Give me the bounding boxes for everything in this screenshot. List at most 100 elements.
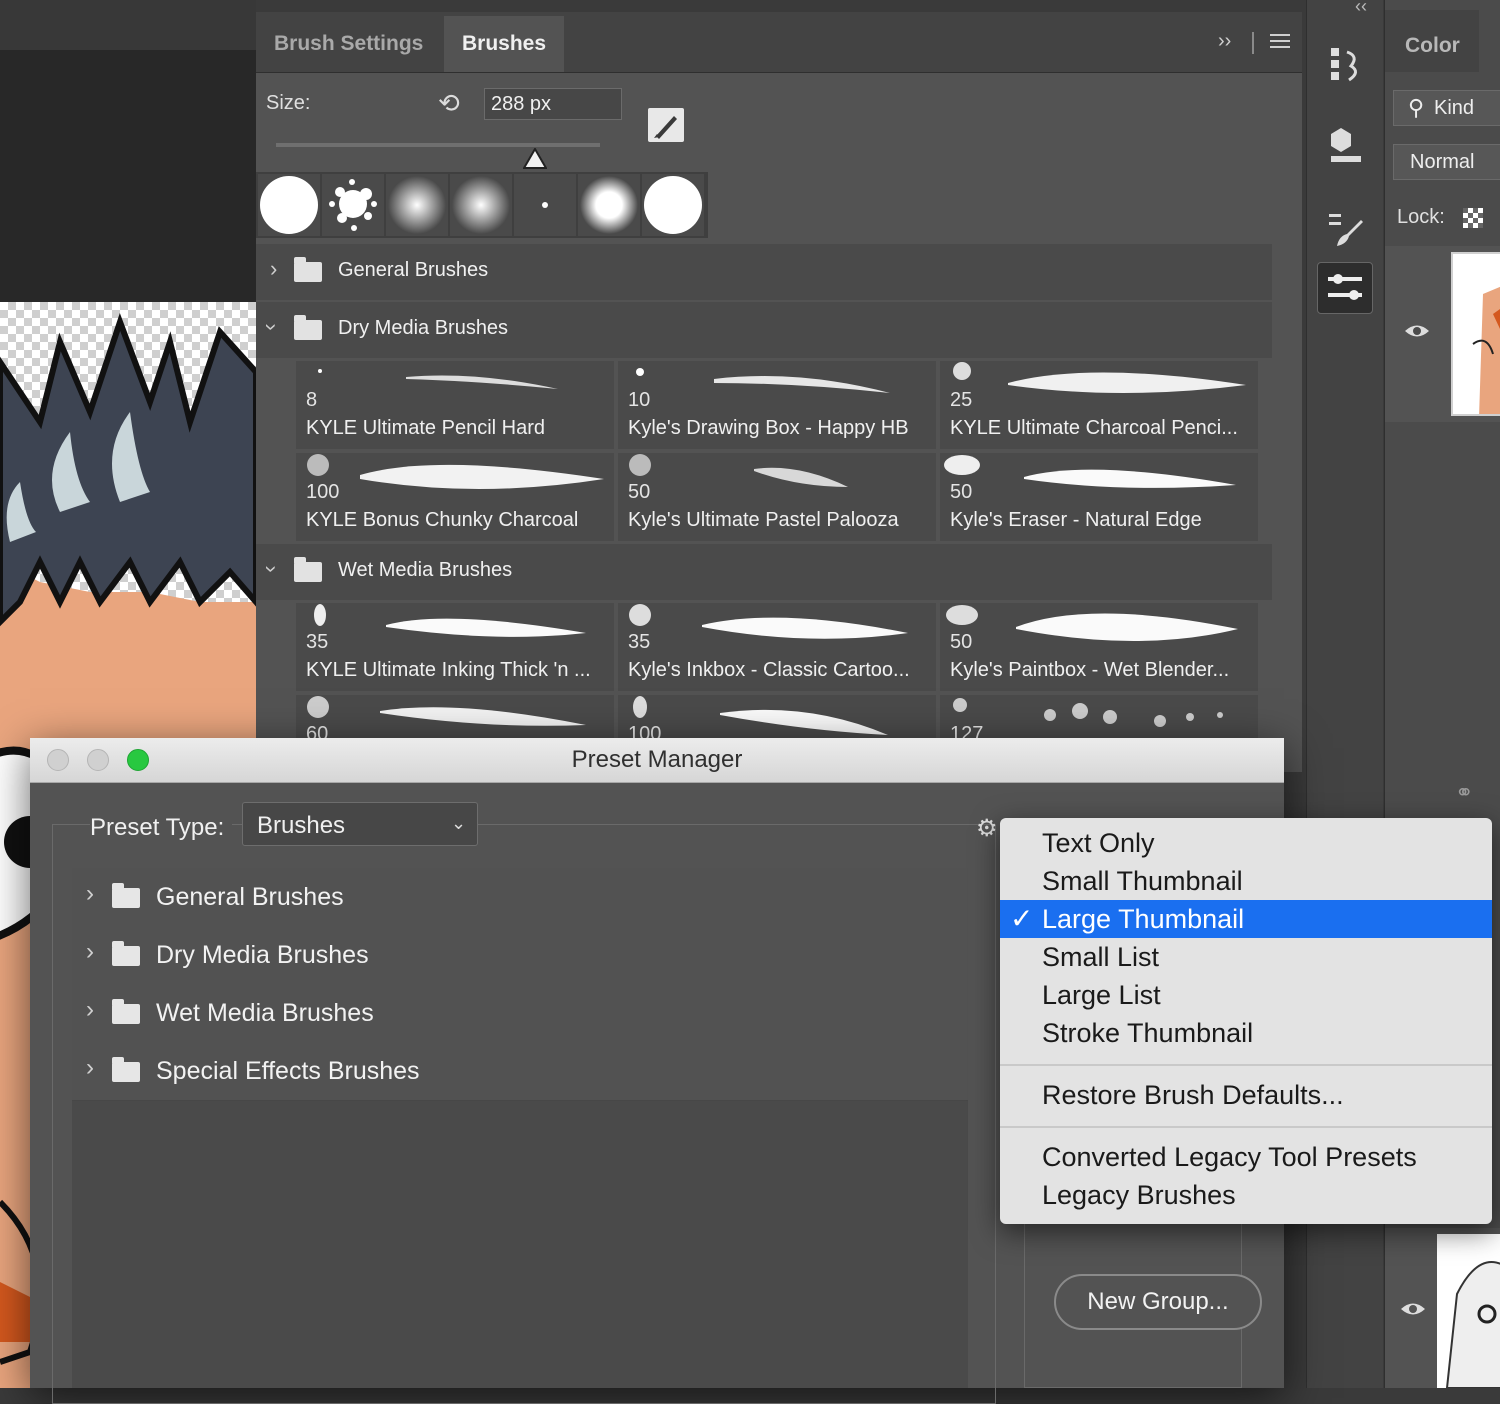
brush-name: KYLE Ultimate Charcoal Penci... [950,417,1238,439]
collapse-panel-icon[interactable]: ›› [1218,30,1231,53]
recent-brushes-strip [256,172,708,238]
brush-size: 50 [950,481,973,503]
menu-item-restore-brush-defaults[interactable]: Restore Brush Defaults... [1000,1076,1492,1114]
brush-size: 8 [306,389,318,411]
brush-settings-toggle-icon[interactable] [648,108,684,142]
menu-item-label: Large Thumbnail [1042,904,1245,934]
folder-icon [112,1057,140,1082]
menu-item-converted-legacy-tool-presets[interactable]: Converted Legacy Tool Presets [1000,1138,1492,1176]
menu-item-text-only[interactable]: Text Only [1000,824,1492,862]
folder-open-icon [294,315,322,340]
chevron-right-icon[interactable]: › [86,880,94,908]
tab-brushes[interactable]: Brushes [444,16,564,72]
brush-size: 25 [950,389,973,411]
3d-icon[interactable] [1317,122,1371,172]
blend-mode-select[interactable]: Normal [1393,144,1500,180]
preset-group-row[interactable]: › Special Effects Brushes [72,1042,968,1101]
size-input[interactable]: 288 px [484,88,622,120]
brush-settings-icon[interactable] [1317,262,1373,314]
tab-color[interactable]: Color [1385,10,1479,72]
brush-preset-item[interactable]: 35 Kyle's Inkbox - Classic Cartoo... [618,603,936,691]
brush-name: Kyle's Inkbox - Classic Cartoo... [628,659,910,681]
menu-item-stroke-thumbnail[interactable]: Stroke Thumbnail [1000,1014,1492,1052]
brush-group-label: Dry Media Brushes [338,317,509,339]
brush-preset-item[interactable]: 35 KYLE Ultimate Inking Thick 'n ... [296,603,614,691]
brush-preset-item[interactable]: 50 Kyle's Ultimate Pastel Palooza [618,453,936,541]
brush-preset-item[interactable]: 50 Kyle's Eraser - Natural Edge [940,453,1258,541]
layer-thumbnail[interactable] [1437,1234,1500,1388]
panel-menu-icon[interactable] [1270,34,1290,48]
chevron-right-icon[interactable]: › [86,938,94,966]
preset-group-label: Dry Media Brushes [156,941,369,969]
menu-item-large-list[interactable]: Large List [1000,976,1492,1014]
brush-name: KYLE Ultimate Pencil Hard [306,417,545,439]
recent-brush-tip[interactable] [514,174,576,236]
brush-presets-icon[interactable] [1317,204,1371,254]
brush-group-label: General Brushes [338,259,489,281]
size-slider[interactable] [276,143,600,147]
eye-icon[interactable] [1399,1300,1427,1323]
chevron-right-icon[interactable]: › [86,1054,94,1082]
link-layers-icon[interactable]: ⚭ [1455,780,1473,806]
eye-icon[interactable] [1403,322,1431,345]
brush-group-dry-media[interactable]: › Dry Media Brushes [256,302,1272,358]
brush-preset-item[interactable]: 50 Kyle's Paintbox - Wet Blender... [940,603,1258,691]
brush-preset-item[interactable]: 25 KYLE Ultimate Charcoal Penci... [940,361,1258,449]
tab-brush-settings[interactable]: Brush Settings [256,16,441,72]
preset-group-row[interactable]: › Dry Media Brushes [72,926,968,985]
panel-tab-bar: Brush Settings Brushes ›› [256,12,1302,73]
brush-preset-item[interactable]: 8 KYLE Ultimate Pencil Hard [296,361,614,449]
recent-brush-tip[interactable] [450,174,512,236]
folder-icon [112,999,140,1024]
preset-group-label: Wet Media Brushes [156,999,374,1027]
gear-icon[interactable]: ⚙ [976,814,998,843]
brush-group-wet-media[interactable]: › Wet Media Brushes [256,544,1272,600]
brush-name: Kyle's Drawing Box - Happy HB [628,417,909,439]
brush-size: 50 [950,631,973,653]
brush-size: 35 [306,631,329,653]
layer-kind-filter[interactable]: ⚲ Kind [1393,90,1500,126]
dialog-title-bar[interactable]: Preset Manager [30,738,1284,783]
recent-brush-tip[interactable] [322,174,384,236]
folder-icon [112,883,140,908]
menu-separator [1000,1126,1492,1128]
brush-preset-item[interactable]: 10 Kyle's Drawing Box - Happy HB [618,361,936,449]
chevron-right-icon[interactable]: › [86,996,94,1024]
recent-brush-tip[interactable] [386,174,448,236]
tab-bar-divider [1252,32,1254,54]
folder-icon [294,257,322,282]
preset-type-label: Preset Type: [90,814,233,842]
preset-type-select[interactable]: Brushes ⌄ [242,802,478,846]
reset-size-icon[interactable]: ⟲ [438,88,460,119]
recent-brush-tip[interactable] [642,174,704,236]
checkmark-icon: ✓ [1010,903,1034,934]
preset-list: › General Brushes › Dry Media Brushes › … [72,868,968,1388]
preset-group-row[interactable]: › Wet Media Brushes [72,984,968,1043]
folder-open-icon [294,557,322,582]
chevron-down-icon[interactable]: › [259,323,285,330]
recent-brush-tip[interactable] [258,174,320,236]
lock-transparent-pixels-icon[interactable] [1463,208,1483,228]
brush-preset-item[interactable]: 100 KYLE Bonus Chunky Charcoal [296,453,614,541]
brush-group-general[interactable]: › General Brushes [256,244,1272,300]
layer-row[interactable] [1385,246,1500,422]
recent-brush-tip[interactable] [578,174,640,236]
menu-item-large-thumbnail[interactable]: ✓ Large Thumbnail [1000,900,1492,938]
menu-item-small-thumbnail[interactable]: Small Thumbnail [1000,862,1492,900]
brush-name: Kyle's Ultimate Pastel Palooza [628,509,899,531]
new-group-button[interactable]: New Group... [1054,1274,1262,1330]
dialog-title: Preset Manager [571,746,743,773]
size-label: Size: [266,92,311,114]
preset-group-row[interactable]: › General Brushes [72,868,968,927]
brush-name: KYLE Ultimate Inking Thick 'n ... [306,659,591,681]
menu-item-small-list[interactable]: Small List [1000,938,1492,976]
history-icon[interactable] [1317,40,1371,90]
collapse-dock-icon[interactable]: ‹‹ [1355,0,1367,17]
layer-row[interactable] [1385,1228,1500,1388]
brush-name: KYLE Bonus Chunky Charcoal [306,509,579,531]
chevron-right-icon[interactable]: › [270,256,277,282]
lock-label: Lock: [1397,206,1445,228]
chevron-down-icon[interactable]: › [259,565,285,572]
layer-thumbnail[interactable] [1451,252,1500,416]
menu-item-legacy-brushes[interactable]: Legacy Brushes [1000,1176,1492,1214]
